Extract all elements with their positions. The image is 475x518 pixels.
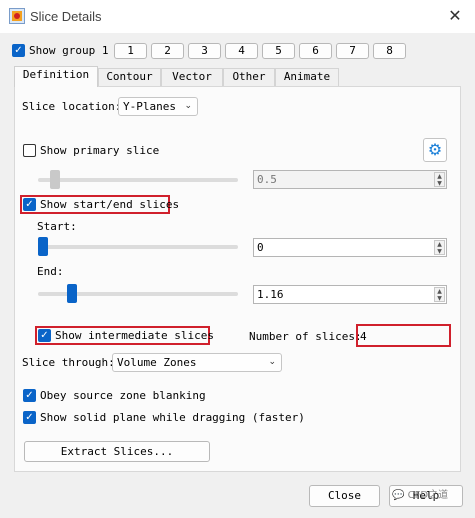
primary-slice-value: 0.5 bbox=[257, 173, 277, 186]
tab-animate[interactable]: Animate bbox=[275, 68, 339, 86]
slice-through-select[interactable]: Volume Zones ⌄ bbox=[112, 353, 282, 372]
start-spinbox[interactable]: 0 ▲ ▼ bbox=[253, 238, 447, 257]
end-slider-thumb[interactable] bbox=[67, 284, 77, 303]
wechat-icon: 💬 bbox=[392, 490, 405, 501]
group-button-1[interactable]: 1 bbox=[114, 43, 147, 59]
highlight-box-number-of-slices bbox=[356, 324, 451, 347]
window-title: Slice Details bbox=[30, 9, 102, 24]
group-button-4[interactable]: 4 bbox=[225, 43, 258, 59]
group-button-6[interactable]: 6 bbox=[299, 43, 332, 59]
extract-slices-button[interactable]: Extract Slices... bbox=[24, 441, 210, 462]
show-primary-slice-checkbox[interactable] bbox=[23, 144, 36, 157]
number-of-slices-label: Number of slices: bbox=[249, 330, 362, 343]
start-slider-track[interactable] bbox=[38, 245, 238, 249]
obey-blanking-label: Obey source zone blanking bbox=[40, 389, 206, 402]
watermark-text: CFD之道 bbox=[407, 490, 449, 501]
title-bar: Slice Details ✕ bbox=[0, 0, 475, 33]
group-button-8[interactable]: 8 bbox=[373, 43, 406, 59]
app-icon bbox=[9, 8, 25, 24]
group-button-3[interactable]: 3 bbox=[188, 43, 221, 59]
spin-arrows-icon[interactable]: ▲ ▼ bbox=[434, 240, 445, 255]
number-of-slices-input[interactable]: 4 bbox=[360, 330, 367, 343]
show-intermediate-label: Show intermediate slices bbox=[55, 329, 214, 342]
tab-definition[interactable]: Definition bbox=[14, 66, 98, 87]
group-button-7[interactable]: 7 bbox=[336, 43, 369, 59]
end-value: 1.16 bbox=[257, 288, 284, 301]
group-button-5[interactable]: 5 bbox=[262, 43, 295, 59]
show-start-end-checkbox[interactable]: ✓ bbox=[23, 198, 36, 211]
show-primary-slice-label: Show primary slice bbox=[40, 144, 160, 157]
end-spinbox[interactable]: 1.16 ▲ ▼ bbox=[253, 285, 447, 304]
chevron-down-icon: ⌄ bbox=[184, 101, 192, 111]
window-close-icon[interactable]: ✕ bbox=[445, 6, 465, 26]
obey-blanking-checkbox[interactable]: ✓ bbox=[23, 389, 36, 402]
gear-icon[interactable]: ⚙ bbox=[423, 138, 447, 162]
group-button-2[interactable]: 2 bbox=[151, 43, 184, 59]
slice-through-value: Volume Zones bbox=[117, 356, 197, 369]
tab-other[interactable]: Other bbox=[223, 68, 275, 86]
primary-slice-spinbox[interactable]: 0.5 ▲ ▼ bbox=[253, 170, 447, 189]
primary-slice-slider-track[interactable] bbox=[38, 178, 238, 182]
spin-arrows-icon[interactable]: ▲ ▼ bbox=[434, 172, 445, 187]
show-group-label: Show group 1 bbox=[29, 44, 109, 57]
spin-arrows-icon[interactable]: ▲ ▼ bbox=[434, 287, 445, 302]
start-slider-thumb[interactable] bbox=[38, 237, 48, 256]
show-group-checkbox[interactable]: ✓ bbox=[12, 44, 25, 57]
tab-vector[interactable]: Vector bbox=[161, 68, 223, 86]
slice-location-value: Y-Planes bbox=[123, 100, 176, 113]
show-solid-plane-label: Show solid plane while dragging (faster) bbox=[40, 411, 305, 424]
start-value: 0 bbox=[257, 241, 264, 254]
show-intermediate-checkbox[interactable]: ✓ bbox=[38, 329, 51, 342]
start-label: Start: bbox=[37, 220, 77, 233]
slice-location-select[interactable]: Y-Planes ⌄ bbox=[118, 97, 198, 116]
close-button[interactable]: Close bbox=[309, 485, 380, 507]
end-label: End: bbox=[37, 265, 64, 278]
primary-slice-slider-thumb[interactable] bbox=[50, 170, 60, 189]
slice-location-label: Slice location: bbox=[22, 100, 122, 113]
show-start-end-label: Show start/end slices bbox=[40, 198, 180, 211]
chevron-down-icon: ⌄ bbox=[268, 357, 276, 367]
show-solid-plane-checkbox[interactable]: ✓ bbox=[23, 411, 36, 424]
tab-contour[interactable]: Contour bbox=[98, 68, 161, 86]
watermark: 💬 CFD之道 bbox=[392, 486, 448, 501]
slice-through-label: Slice through: bbox=[22, 356, 115, 369]
